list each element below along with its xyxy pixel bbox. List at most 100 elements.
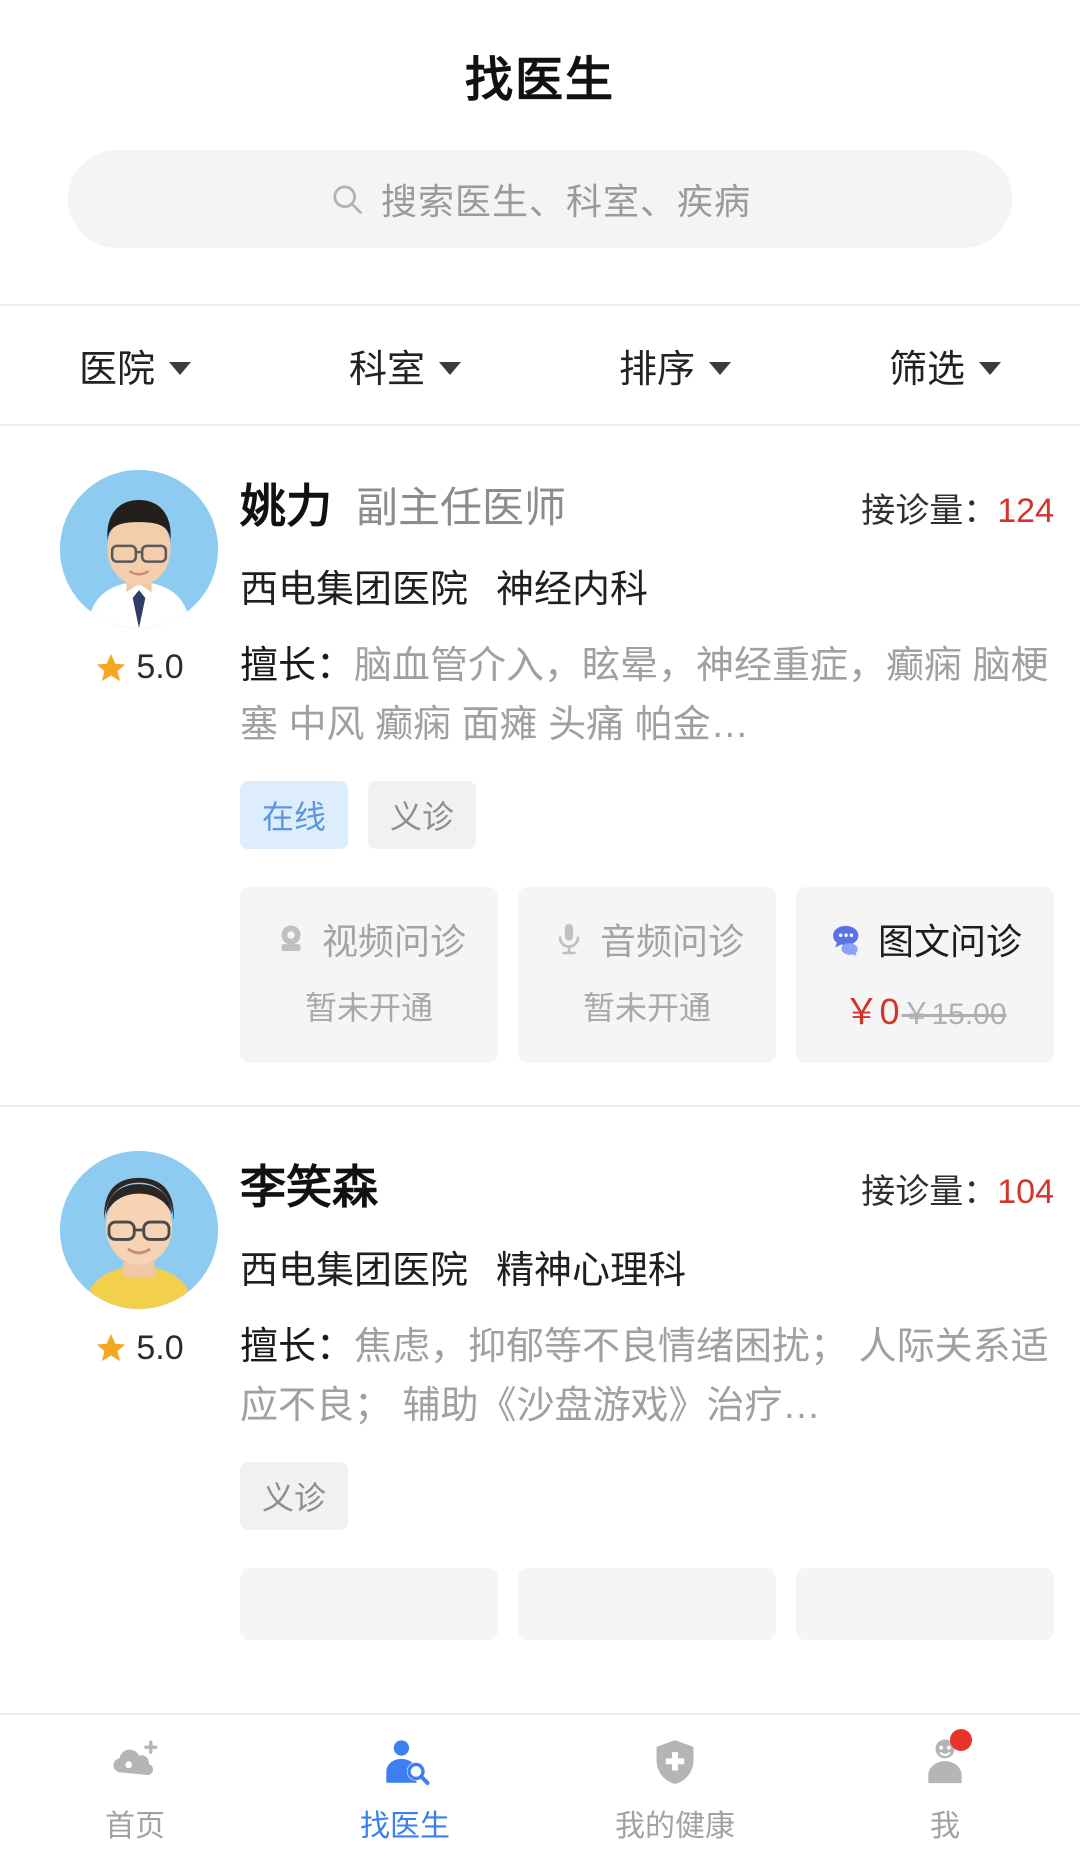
service-head: 视频问诊 (240, 913, 498, 965)
hospital-row: 西电集团医院 神经内科 (240, 558, 1054, 613)
chevron-down-icon (709, 361, 731, 375)
person-icon-wrapper (918, 1729, 972, 1789)
tab-profile[interactable]: 我 (810, 1729, 1080, 1845)
tab-find-doctor[interactable]: 找医生 (270, 1735, 540, 1845)
consult-count-value: 124 (997, 492, 1054, 530)
tab-find-doctor-label: 找医生 (360, 1810, 450, 1843)
tag-free-clinic: 义诊 (368, 780, 477, 849)
notification-badge (950, 1729, 972, 1751)
rating: 5.0 (94, 648, 184, 687)
search-icon (333, 185, 362, 214)
avatar (60, 1150, 218, 1309)
consult-count-value: 104 (997, 1172, 1054, 1211)
hospital-name: 西电集团医院 (240, 569, 469, 611)
list-fade-overlay (0, 1655, 1080, 1713)
department-name: 精神心理科 (496, 1249, 687, 1292)
hospital-name: 西电集团医院 (240, 1249, 469, 1292)
skills-row: 擅长：脑血管介入，眩晕，神经重症，癫痫 脑梗塞 中风 癫痫 面瘫 头痛 帕金… (240, 637, 1054, 755)
doctor-card[interactable]: 5.0 姚力 副主任医师 接诊量：124 西电集团医院 神经内科 擅长：脑血管介入… (0, 426, 1080, 1063)
rating-value: 5.0 (136, 1328, 184, 1367)
service-audio-consult[interactable] (518, 1567, 776, 1640)
filter-department[interactable]: 科室 (270, 338, 540, 393)
tag-online: 在线 (240, 780, 349, 849)
tab-my-health[interactable]: 我的健康 (540, 1735, 810, 1845)
skills-label: 擅长： (240, 645, 355, 687)
filter-hospital[interactable]: 医院 (0, 338, 270, 393)
doctor-portrait-icon (60, 1150, 218, 1309)
chevron-down-icon (439, 361, 461, 375)
filter-sort[interactable]: 排序 (540, 338, 810, 393)
tag-row: 义诊 (240, 1461, 1054, 1530)
consult-count: 接诊量：124 (841, 483, 1054, 532)
microphone-icon (558, 923, 580, 955)
service-text-consult[interactable]: 图文问诊 ￥0￥15.00 (796, 886, 1054, 1063)
tab-home[interactable]: 首页 (0, 1735, 270, 1845)
doctor-name-row: 姚力 副主任医师 接诊量：124 (240, 470, 1054, 536)
doctor-name-row: 李笑森 接诊量：104 (240, 1151, 1054, 1217)
tab-profile-label: 我 (930, 1810, 960, 1843)
skills-row: 擅长：焦虑，抑郁等不良情绪困扰； 人际关系适应不良； 辅助《沙盘游戏》治疗… (240, 1318, 1054, 1436)
doctor-portrait-icon (60, 470, 218, 628)
department-name: 神经内科 (496, 569, 649, 611)
chevron-down-icon (979, 361, 1001, 375)
chevron-down-icon (169, 361, 191, 375)
home-cloud-icon (113, 1740, 158, 1776)
rating: 5.0 (94, 1328, 184, 1368)
star-icon (97, 653, 126, 681)
consult-count-label: 接诊量： (861, 492, 998, 530)
tab-my-health-label: 我的健康 (615, 1810, 735, 1843)
bottom-tab-bar: 首页 找医生 我的健康 我 (0, 1713, 1080, 1865)
consult-count-label: 接诊量： (861, 1172, 998, 1211)
star-icon (97, 1334, 126, 1362)
search-input[interactable]: 搜索医生、科室、疾病 (68, 150, 1012, 248)
service-video-consult[interactable]: 视频问诊 暂未开通 (240, 886, 498, 1063)
service-text-label: 图文问诊 (877, 920, 1022, 962)
service-row: 视频问诊 暂未开通 音频问诊 暂未开通 图文问诊 ￥0￥15.00 (240, 886, 1054, 1063)
filter-sort-label: 排序 (618, 348, 695, 391)
service-audio-status: 暂未开通 (582, 989, 711, 1026)
price-original: ￥15.00 (901, 997, 1007, 1031)
service-video-consult[interactable] (240, 1567, 498, 1640)
service-row (240, 1567, 1054, 1640)
doctor-name: 李笑森 (240, 1160, 378, 1213)
service-head: 图文问诊 (796, 913, 1054, 965)
app-screen: 找医生 搜索医生、科室、疾病 医院 科室 排序 筛选 5.0 姚力 副主任医师 … (0, 0, 1080, 1865)
page-title: 找医生 (464, 54, 615, 107)
filter-hospital-label: 医院 (78, 348, 155, 391)
rating-value: 5.0 (136, 648, 184, 686)
service-video-status: 暂未开通 (304, 989, 433, 1026)
filter-more[interactable]: 筛选 (810, 338, 1080, 393)
search-section: 搜索医生、科室、疾病 (0, 150, 1080, 304)
skills-text: 焦虑，抑郁等不良情绪困扰； 人际关系适应不良； 辅助《沙盘游戏》治疗… (240, 1325, 1049, 1427)
tag-free-clinic: 义诊 (240, 1461, 349, 1530)
doctor-info: 李笑森 接诊量：104 西电集团医院 精神心理科 擅长：焦虑，抑郁等不良情绪困扰；… (234, 1151, 1054, 1640)
avatar-column: 5.0 (44, 1150, 234, 1640)
doctor-title: 副主任医师 (356, 484, 567, 531)
doctor-info: 姚力 副主任医师 接诊量：124 西电集团医院 神经内科 擅长：脑血管介入，眩晕，… (234, 470, 1054, 1063)
service-audio-label: 音频问诊 (599, 920, 744, 962)
filter-bar: 医院 科室 排序 筛选 (0, 304, 1080, 426)
avatar (60, 470, 218, 628)
tag-row: 在线 义诊 (240, 780, 1054, 849)
service-video-label: 视频问诊 (321, 920, 466, 962)
doctor-card[interactable]: 5.0 李笑森 接诊量：104 西电集团医院 精神心理科 擅长：焦虑，抑郁等不良情… (0, 1107, 1080, 1640)
service-head: 音频问诊 (518, 913, 776, 965)
hospital-row: 西电集团医院 精神心理科 (240, 1239, 1054, 1294)
search-placeholder: 搜索医生、科室、疾病 (380, 181, 751, 222)
avatar-column: 5.0 (44, 470, 234, 1063)
filter-department-label: 科室 (348, 348, 425, 391)
skills-label: 擅长： (240, 1325, 355, 1368)
consult-count: 接诊量：104 (841, 1164, 1054, 1213)
chat-bubble-icon (833, 925, 859, 956)
service-text-consult[interactable] (796, 1567, 1054, 1640)
filter-more-label: 筛选 (888, 348, 965, 391)
doctor-name: 姚力 (240, 480, 332, 532)
health-shield-icon (656, 1740, 694, 1785)
page-header: 找医生 (0, 0, 1080, 150)
tab-home-label: 首页 (105, 1810, 165, 1843)
service-audio-consult[interactable]: 音频问诊 暂未开通 (518, 886, 776, 1063)
doctor-list[interactable]: 5.0 姚力 副主任医师 接诊量：124 西电集团医院 神经内科 擅长：脑血管介入… (0, 426, 1080, 1865)
service-text-price: ￥0￥15.00 (796, 983, 1054, 1035)
skills-text: 脑血管介入，眩晕，神经重症，癫痫 脑梗塞 中风 癫痫 面瘫 头痛 帕金… (240, 645, 1049, 746)
price-current: ￥0 (843, 990, 900, 1032)
